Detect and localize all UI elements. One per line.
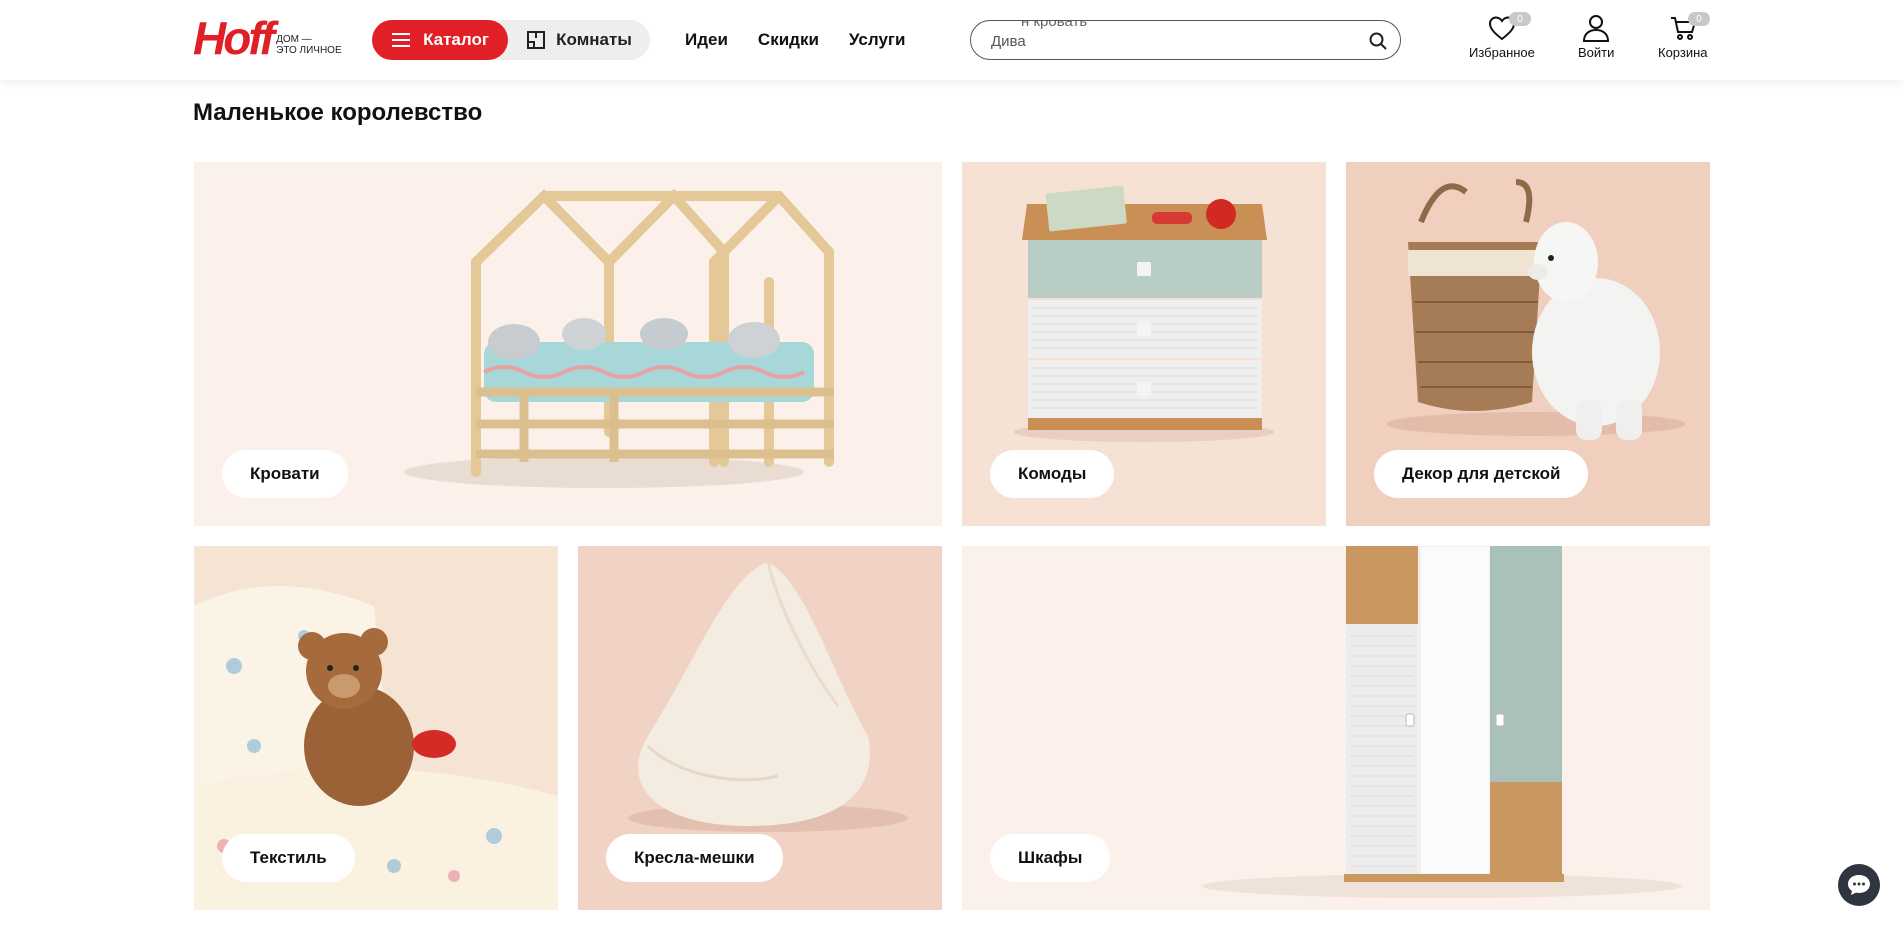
catalog-button[interactable]: Каталог	[372, 20, 508, 60]
tile-label-beds: Кровати	[222, 450, 348, 498]
user-icon	[1583, 15, 1610, 42]
hoff-logo[interactable]: Hoff ДОМ — ЭТО ЛИЧНОЕ	[193, 12, 342, 64]
favorites-count: 0	[1509, 12, 1531, 26]
category-tile-beanbags[interactable]: Кресла-мешки	[578, 546, 942, 910]
category-tile-beds[interactable]: Кровати	[194, 162, 942, 526]
tile-label-wardrobes: Шкафы	[990, 834, 1111, 882]
site-header: Hoff ДОМ — ЭТО ЛИЧНОЕ Комнаты Каталог Ид…	[0, 0, 1903, 80]
tagline-line-1: ДОМ —	[276, 34, 312, 45]
cart-button[interactable]: 0 Корзина	[1658, 12, 1710, 60]
tile-label-dressers: Комоды	[990, 450, 1115, 498]
cart-count: 0	[1688, 12, 1710, 26]
chat-icon	[1848, 875, 1870, 895]
category-tile-textile[interactable]: Текстиль	[194, 546, 558, 910]
favorites-label: Избранное	[1469, 45, 1535, 60]
rooms-label: Комнаты	[556, 30, 632, 49]
search-placeholder: Дива н кровать	[991, 21, 1087, 59]
main-nav: Идеи Скидки Услуги	[685, 30, 905, 50]
search-icon[interactable]	[1368, 31, 1388, 51]
search-ghost-bottom: Дива	[991, 32, 1026, 50]
menu-icon	[392, 33, 411, 47]
logo-word: Hoff	[193, 12, 275, 64]
login-button[interactable]: Войти	[1578, 14, 1614, 60]
tagline-line-2: ЭТО ЛИЧНОЕ	[276, 45, 342, 56]
catalog-label: Каталог	[423, 30, 489, 49]
tile-label-decor: Декор для детской	[1374, 450, 1589, 498]
nav-discounts[interactable]: Скидки	[758, 30, 819, 50]
logo-tagline: ДОМ — ЭТО ЛИЧНОЕ	[276, 34, 342, 58]
category-tile-decor[interactable]: Декор для детской	[1346, 162, 1710, 526]
cart-label: Корзина	[1658, 45, 1708, 60]
search-ghost-top: н кровать	[1021, 20, 1088, 30]
login-label: Войти	[1578, 45, 1615, 60]
favorites-button[interactable]: 0 Избранное	[1469, 12, 1535, 60]
category-tile-dressers[interactable]: Комоды	[962, 162, 1326, 526]
nav-services[interactable]: Услуги	[849, 30, 906, 50]
nav-ideas[interactable]: Идеи	[685, 30, 728, 50]
rooms-button[interactable]: Комнаты	[488, 20, 650, 60]
rooms-icon	[527, 31, 546, 49]
chat-button[interactable]	[1838, 864, 1880, 906]
category-tile-wardrobes[interactable]: Шкафы	[962, 546, 1710, 910]
section-title: Маленькое королевство	[193, 99, 483, 126]
tile-label-beanbags: Кресла-мешки	[606, 834, 783, 882]
search-field[interactable]: Дива н кровать	[970, 20, 1401, 60]
tile-label-textile: Текстиль	[222, 834, 355, 882]
